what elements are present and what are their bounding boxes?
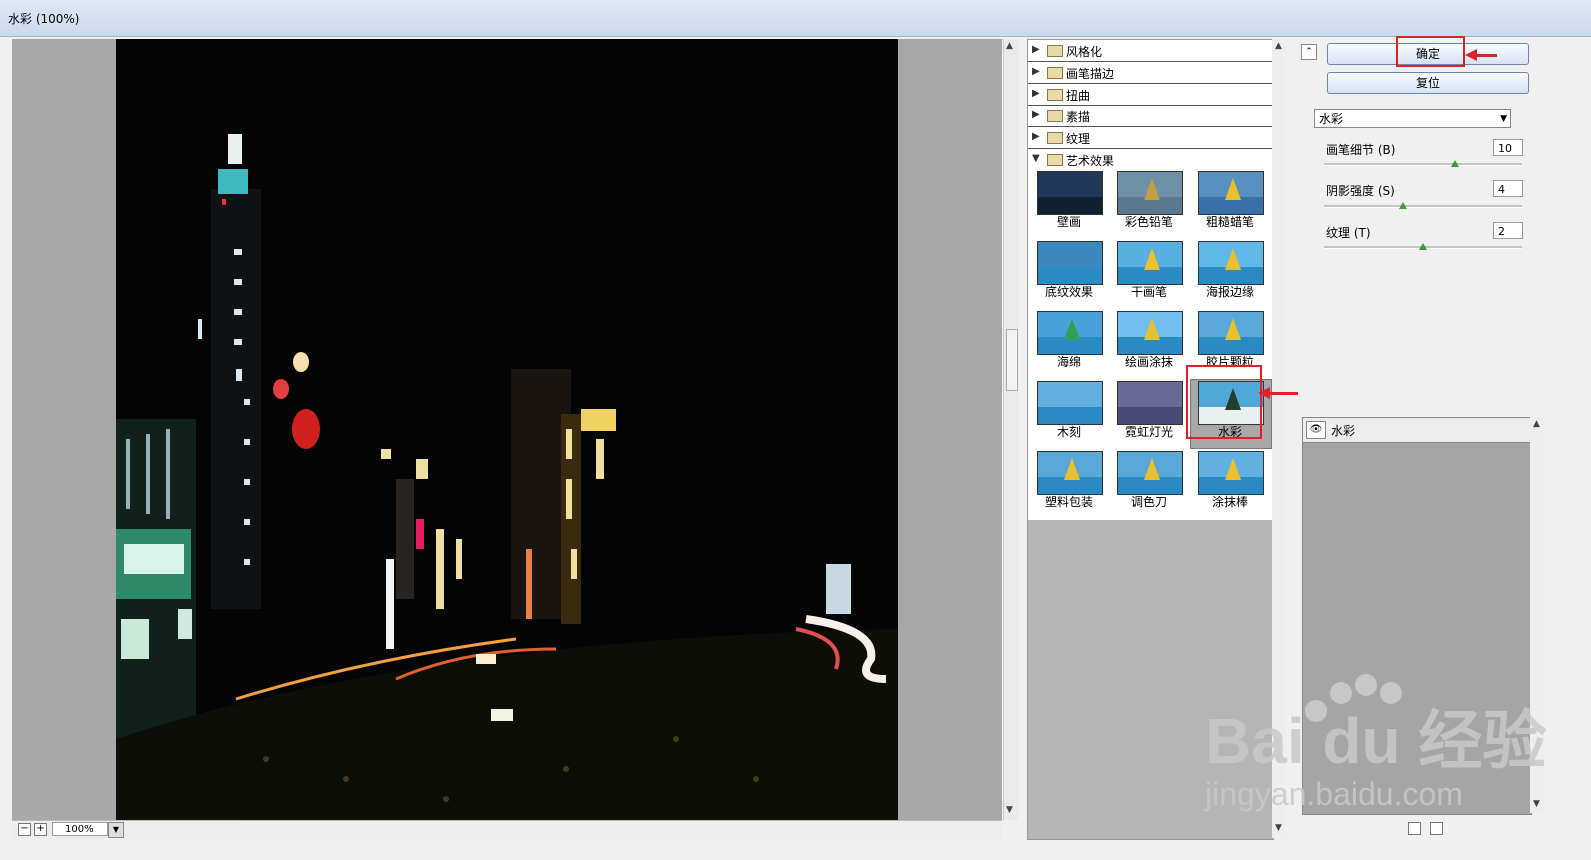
expand-icon: ▶	[1032, 66, 1040, 77]
folder-open-icon	[1047, 154, 1063, 166]
filter-label[interactable]: 霓虹灯光	[1109, 423, 1189, 440]
delete-effect-layer-icon[interactable]	[1430, 822, 1443, 835]
filter-select-value: 水彩	[1319, 112, 1344, 126]
texture-slider-knob[interactable]	[1419, 243, 1427, 250]
scroll-down-icon[interactable]: ▼	[1275, 823, 1282, 833]
filter-label[interactable]: 塑料包装	[1029, 493, 1109, 510]
filter-thumb-poster-edges[interactable]	[1198, 241, 1264, 285]
filter-thumb-palette-knife[interactable]	[1117, 451, 1183, 495]
scroll-down-icon[interactable]: ▼	[1533, 799, 1540, 809]
folder-icon	[1047, 67, 1063, 79]
folder-icon	[1047, 89, 1063, 101]
category-label: 艺术效果	[1066, 154, 1115, 168]
reset-button[interactable]: 复位	[1327, 72, 1529, 94]
expand-icon: ▶	[1032, 131, 1040, 142]
night-city-image	[116, 39, 898, 820]
filter-select[interactable]: 水彩 ▼	[1314, 109, 1511, 128]
filter-thumb-rough-pastels[interactable]	[1198, 171, 1264, 215]
category-label: 画笔描边	[1066, 67, 1115, 81]
filter-label[interactable]: 绘画涂抹	[1109, 353, 1189, 370]
zoom-out-button[interactable]: −	[18, 823, 31, 836]
scroll-up-icon[interactable]: ▲	[1275, 41, 1282, 51]
category-distort[interactable]: ▶ 扭曲	[1028, 84, 1273, 106]
brush-detail-slider-knob[interactable]	[1451, 160, 1459, 167]
filter-label[interactable]: 粗糙蜡笔	[1190, 213, 1270, 230]
filter-label[interactable]: 干画笔	[1109, 283, 1189, 300]
zoom-in-button[interactable]: +	[34, 823, 47, 836]
filter-label[interactable]: 底纹效果	[1029, 283, 1109, 300]
texture-input[interactable]: 2	[1493, 222, 1523, 239]
expand-icon: ▶	[1032, 88, 1040, 99]
filter-thumb-neon-glow[interactable]	[1117, 381, 1183, 425]
preview-horizontal-scrollbar[interactable]	[244, 822, 999, 837]
shadow-intensity-slider-knob[interactable]	[1399, 202, 1407, 209]
annotation-box-ok	[1396, 36, 1465, 67]
filter-thumb-underpainting[interactable]	[1037, 241, 1103, 285]
category-label: 风格化	[1066, 45, 1103, 59]
new-effect-layer-icon[interactable]	[1408, 822, 1421, 835]
annotation-arrow-ok	[1465, 49, 1497, 61]
preview-status-bar: − + 100% ▼	[12, 820, 1002, 839]
effect-layer-row[interactable]: 👁 水彩	[1303, 418, 1531, 443]
expand-icon: ▶	[1032, 44, 1040, 55]
category-artistic[interactable]: ▼ 艺术效果	[1028, 149, 1273, 170]
folder-icon	[1047, 132, 1063, 144]
watermark-url: jingyan.baidu.com	[1205, 776, 1463, 812]
filter-thumb-plastic-wrap[interactable]	[1037, 451, 1103, 495]
shadow-intensity-slider[interactable]	[1324, 205, 1522, 208]
window-title: 水彩 (100%)	[8, 12, 80, 26]
expand-icon: ▶	[1032, 109, 1040, 120]
filter-thumb-paint-daubs[interactable]	[1117, 311, 1183, 355]
preview-image[interactable]	[116, 39, 898, 820]
eye-icon[interactable]: 👁	[1306, 421, 1326, 439]
baidu-watermark: Bai du 经验 jingyan.baidu.com	[1205, 674, 1547, 812]
shadow-intensity-input[interactable]: 4	[1493, 180, 1523, 197]
title-bar: 水彩 (100%)	[0, 0, 1591, 37]
brush-detail-input[interactable]: 10	[1493, 139, 1523, 156]
preview-vertical-scrollbar[interactable]: ▲ ▼	[1003, 39, 1018, 820]
filter-thumb-film-grain[interactable]	[1198, 311, 1264, 355]
filter-label[interactable]: 木刻	[1029, 423, 1109, 440]
annotation-box-watercolor	[1186, 365, 1262, 439]
filter-label[interactable]: 海绵	[1029, 353, 1109, 370]
category-label: 素描	[1066, 110, 1091, 124]
effect-layer-name: 水彩	[1331, 424, 1356, 438]
scroll-down-icon[interactable]: ▼	[1006, 805, 1013, 815]
chevron-down-icon: ▼	[1500, 114, 1507, 124]
annotation-arrow-watercolor	[1258, 387, 1298, 399]
filter-thumb-dry-brush[interactable]	[1117, 241, 1183, 285]
filter-thumb-sponge[interactable]	[1037, 311, 1103, 355]
category-label: 扭曲	[1066, 89, 1091, 103]
category-stylize[interactable]: ▶ 风格化	[1028, 40, 1273, 62]
filter-label[interactable]: 壁画	[1029, 213, 1109, 230]
collapse-icon: ▼	[1032, 153, 1040, 164]
watermark-brand: Bai du 经验	[1205, 705, 1547, 777]
category-texture[interactable]: ▶ 纹理	[1028, 127, 1273, 149]
filter-label[interactable]: 彩色铅笔	[1109, 213, 1189, 230]
filter-thumb-colored-pencil[interactable]	[1117, 171, 1183, 215]
folder-icon	[1047, 45, 1063, 57]
scroll-thumb[interactable]	[1006, 329, 1018, 391]
zoom-dropdown-icon[interactable]: ▼	[108, 822, 124, 838]
filter-thumb-smudge-stick[interactable]	[1198, 451, 1264, 495]
scroll-up-icon[interactable]: ▲	[1533, 419, 1540, 429]
filter-label[interactable]: 涂抹棒	[1190, 493, 1270, 510]
filter-label[interactable]: 海报边缘	[1190, 283, 1270, 300]
filter-label[interactable]: 调色刀	[1109, 493, 1189, 510]
category-label: 纹理	[1066, 132, 1091, 146]
folder-icon	[1047, 110, 1063, 122]
shadow-intensity-label: 阴影强度 (S)	[1326, 184, 1395, 198]
scroll-up-icon[interactable]: ▲	[1006, 41, 1013, 51]
texture-label: 纹理 (T)	[1326, 226, 1371, 240]
collapse-gallery-icon[interactable]: ⌃	[1301, 44, 1317, 60]
filter-thumb-cutout[interactable]	[1037, 381, 1103, 425]
brush-detail-slider[interactable]	[1324, 163, 1522, 166]
preview-area[interactable]	[12, 39, 1002, 820]
filter-thumb-fresco[interactable]	[1037, 171, 1103, 215]
category-brush-strokes[interactable]: ▶ 画笔描边	[1028, 62, 1273, 84]
category-sketch[interactable]: ▶ 素描	[1028, 105, 1273, 127]
zoom-level[interactable]: 100%	[52, 822, 108, 836]
brush-detail-label: 画笔细节 (B)	[1326, 143, 1396, 157]
